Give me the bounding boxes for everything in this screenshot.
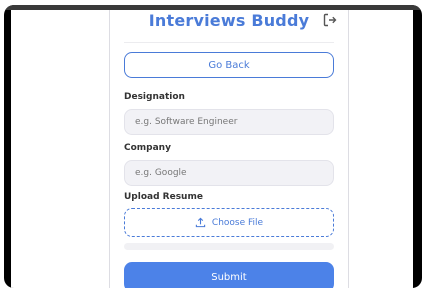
upload-progress-track [124,243,334,250]
company-label: Company [124,143,171,153]
designation-label: Designation [124,92,185,102]
choose-file-button[interactable]: Choose File [124,208,334,237]
submit-button[interactable]: Submit [124,262,334,288]
upload-icon [195,217,206,228]
designation-placeholder: e.g. Software Engineer [135,117,238,127]
upload-resume-label: Upload Resume [124,192,203,202]
app-title: Interviews Buddy [148,11,310,30]
title-divider [124,42,334,43]
company-input[interactable]: e.g. Google [124,160,334,186]
form-card: Interviews Buddy Go Back Designation e.g… [109,10,349,288]
designation-input[interactable]: e.g. Software Engineer [124,109,334,135]
go-back-button[interactable]: Go Back [124,52,334,78]
screen-frame: Interviews Buddy Go Back Designation e.g… [4,5,422,288]
company-placeholder: e.g. Google [135,168,187,178]
choose-file-label: Choose File [211,217,264,228]
logout-icon[interactable] [322,12,338,28]
page-canvas: Interviews Buddy Go Back Designation e.g… [11,10,413,288]
